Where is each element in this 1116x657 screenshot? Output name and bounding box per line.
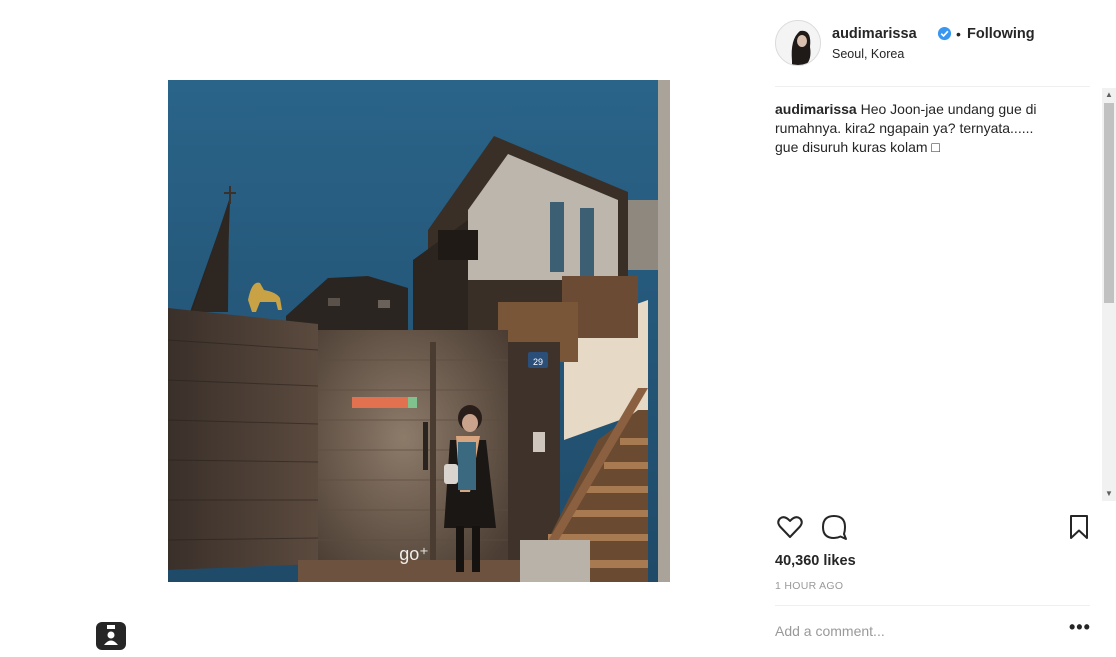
comments-list: audimarissa Heo Joon-jae undang gue di r… bbox=[775, 88, 1101, 500]
caption-username-link[interactable]: audimarissa bbox=[775, 101, 857, 117]
post-actions bbox=[775, 512, 1090, 542]
bookmark-icon bbox=[1070, 515, 1088, 539]
likes-count[interactable]: 40,360 likes bbox=[775, 553, 856, 569]
save-button[interactable] bbox=[1064, 512, 1094, 542]
caption: audimarissa Heo Joon-jae undang gue di r… bbox=[775, 100, 1055, 157]
like-button[interactable] bbox=[775, 512, 805, 542]
location-link[interactable]: Seoul, Korea bbox=[832, 47, 904, 61]
photo-watermark: go⁺ bbox=[399, 544, 429, 564]
verified-badge-icon bbox=[937, 26, 952, 41]
comments-scrollbar[interactable]: ▲ ▼ bbox=[1102, 88, 1116, 501]
following-button[interactable]: Following bbox=[967, 26, 1035, 42]
post-photo[interactable]: 29 go⁺ bbox=[168, 80, 670, 582]
scroll-up-arrow-icon[interactable]: ▲ bbox=[1102, 88, 1116, 102]
comment-input[interactable] bbox=[775, 618, 1045, 644]
scroll-down-arrow-icon[interactable]: ▼ bbox=[1102, 487, 1116, 501]
avatar-image bbox=[776, 21, 820, 65]
tag-user-icon bbox=[104, 625, 118, 645]
post-side-panel: audimarissa • Following Seoul, Korea aud… bbox=[757, 0, 1116, 656]
avatar[interactable] bbox=[775, 20, 821, 66]
heart-icon bbox=[777, 516, 803, 538]
separator-dot: • bbox=[956, 26, 961, 42]
add-comment-section: ••• bbox=[775, 605, 1090, 657]
media-area: 29 go⁺ bbox=[0, 0, 757, 656]
comment-bubble-icon bbox=[822, 515, 847, 540]
post-header: audimarissa • Following Seoul, Korea bbox=[775, 18, 1090, 87]
house-number-plate: 29 bbox=[533, 357, 543, 367]
comment-button[interactable] bbox=[819, 512, 849, 542]
more-options-icon[interactable]: ••• bbox=[1069, 618, 1090, 640]
tag-user-button[interactable] bbox=[96, 622, 126, 650]
scroll-thumb[interactable] bbox=[1104, 103, 1114, 303]
post-photo-illustration: 29 go⁺ bbox=[168, 80, 670, 582]
post-timestamp[interactable]: 1 HOUR AGO bbox=[775, 580, 843, 592]
username-link[interactable]: audimarissa bbox=[832, 26, 917, 42]
